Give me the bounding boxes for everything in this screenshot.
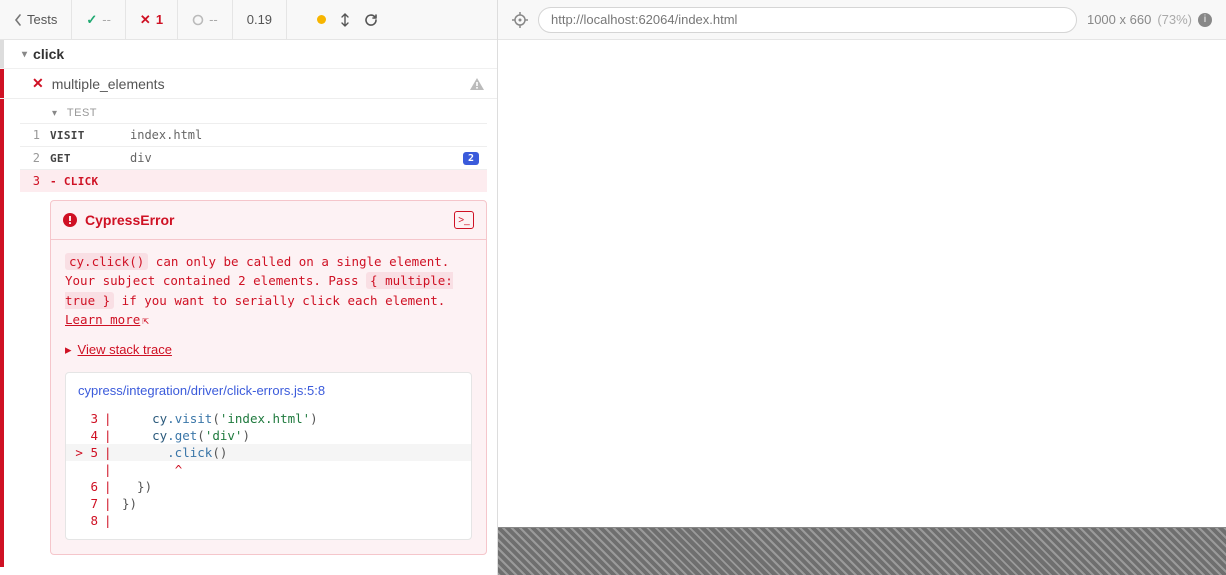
x-icon: ✕ [32,75,44,92]
command-name: CLICK [50,175,130,188]
code-line: 4 | cy.get('div') [66,427,471,444]
command-message: div [130,151,463,165]
chevron-left-icon [14,14,22,26]
elements-badge: 2 [463,152,479,165]
url-bar[interactable]: http://localhost:62064/index.html [538,7,1077,33]
info-icon: i [1198,13,1212,27]
arrows-vertical-icon[interactable] [340,13,350,27]
command-number: 3 [20,174,50,188]
command-row[interactable]: 2 GET div 2 [20,146,487,169]
code-line-caret: | ^ [66,461,471,478]
back-to-tests[interactable]: Tests [0,0,72,39]
command-number: 1 [20,128,50,142]
duration: 0.19 [233,0,287,39]
command-row-error[interactable]: 3 CLICK [20,169,487,192]
test-row[interactable]: ✕ multiple_elements [0,68,497,98]
section-label: ▾ TEST [20,99,487,123]
command-name: VISIT [50,129,130,142]
caret-down-icon: ▾ [22,49,27,60]
stat-failed-count: 1 [156,12,163,27]
stat-passed: ✓ -- [72,0,126,39]
reporter-pane: Tests ✓ -- ✕ 1 -- 0.19 [0,0,498,575]
error-title: CypressError [85,212,175,228]
command-number: 2 [20,151,50,165]
suite-block: ▾ click ✕ multiple_elements [0,40,497,99]
warning-icon [469,77,485,91]
caret-down-icon: ▾ [52,108,58,119]
duration-value: 0.19 [247,12,272,27]
stat-failed: ✕ 1 [126,0,178,39]
code-snippet: cy.click() [65,253,148,270]
stack-trace-label: View stack trace [78,342,172,357]
code-line-highlighted: > 5 | .click() [66,444,471,461]
caret-right-icon: ▸ [65,342,72,358]
aut-pane: http://localhost:62064/index.html 1000 x… [498,0,1226,575]
overflow-hatch [498,527,1226,575]
reload-icon[interactable] [364,13,378,27]
circle-icon [192,14,204,26]
stat-pending-count: -- [209,12,218,27]
open-console-button[interactable]: >_ [454,211,474,229]
external-link-icon: ⇱ [142,314,149,327]
terminal-icon: >_ [458,215,469,226]
learn-more-link[interactable]: Learn more [65,312,140,327]
suite-title: click [33,46,64,62]
code-frame-path[interactable]: cypress/integration/driver/click-errors.… [66,373,471,406]
view-stack-trace[interactable]: ▸ View stack trace [51,342,486,372]
error-message: cy.click() can only be called on a singl… [51,240,486,342]
command-message: index.html [130,128,479,142]
test-title: multiple_elements [52,76,165,92]
suite-header[interactable]: ▾ click [0,40,497,68]
x-icon: ✕ [140,12,151,28]
back-label: Tests [27,12,57,27]
code-line: 8 | [66,512,471,529]
code-line: 6 | }) [66,478,471,495]
command-name: GET [50,152,130,165]
viewport-info[interactable]: 1000 x 660 (73%) i [1087,12,1212,27]
command-row[interactable]: 1 VISIT index.html [20,123,487,146]
check-icon: ✓ [86,12,97,28]
viewport-dimensions: 1000 x 660 [1087,12,1151,27]
reporter-toolbar: Tests ✓ -- ✕ 1 -- 0.19 [0,0,497,40]
stat-passed-count: -- [102,12,111,27]
command-log: ▾ TEST 1 VISIT index.html 2 GET div 2 3 … [0,99,497,567]
url-text: http://localhost:62064/index.html [551,12,737,27]
code-frame-source: 3 | cy.visit('index.html') 4 | cy.get('d… [66,406,471,539]
toolbar-spacer [287,0,497,39]
warning-dot-icon[interactable] [317,15,326,24]
error-icon [63,213,77,227]
selector-playground-icon[interactable] [512,12,528,28]
error-header: CypressError >_ [51,201,486,240]
viewport-scale: (73%) [1157,12,1192,27]
aut-iframe-area[interactable] [498,40,1226,527]
code-line: 7 | }) [66,495,471,512]
stat-pending: -- [178,0,233,39]
code-line: 3 | cy.visit('index.html') [66,410,471,427]
error-panel: CypressError >_ cy.click() can only be c… [50,200,487,555]
code-frame: cypress/integration/driver/click-errors.… [65,372,472,540]
aut-header: http://localhost:62064/index.html 1000 x… [498,0,1226,40]
